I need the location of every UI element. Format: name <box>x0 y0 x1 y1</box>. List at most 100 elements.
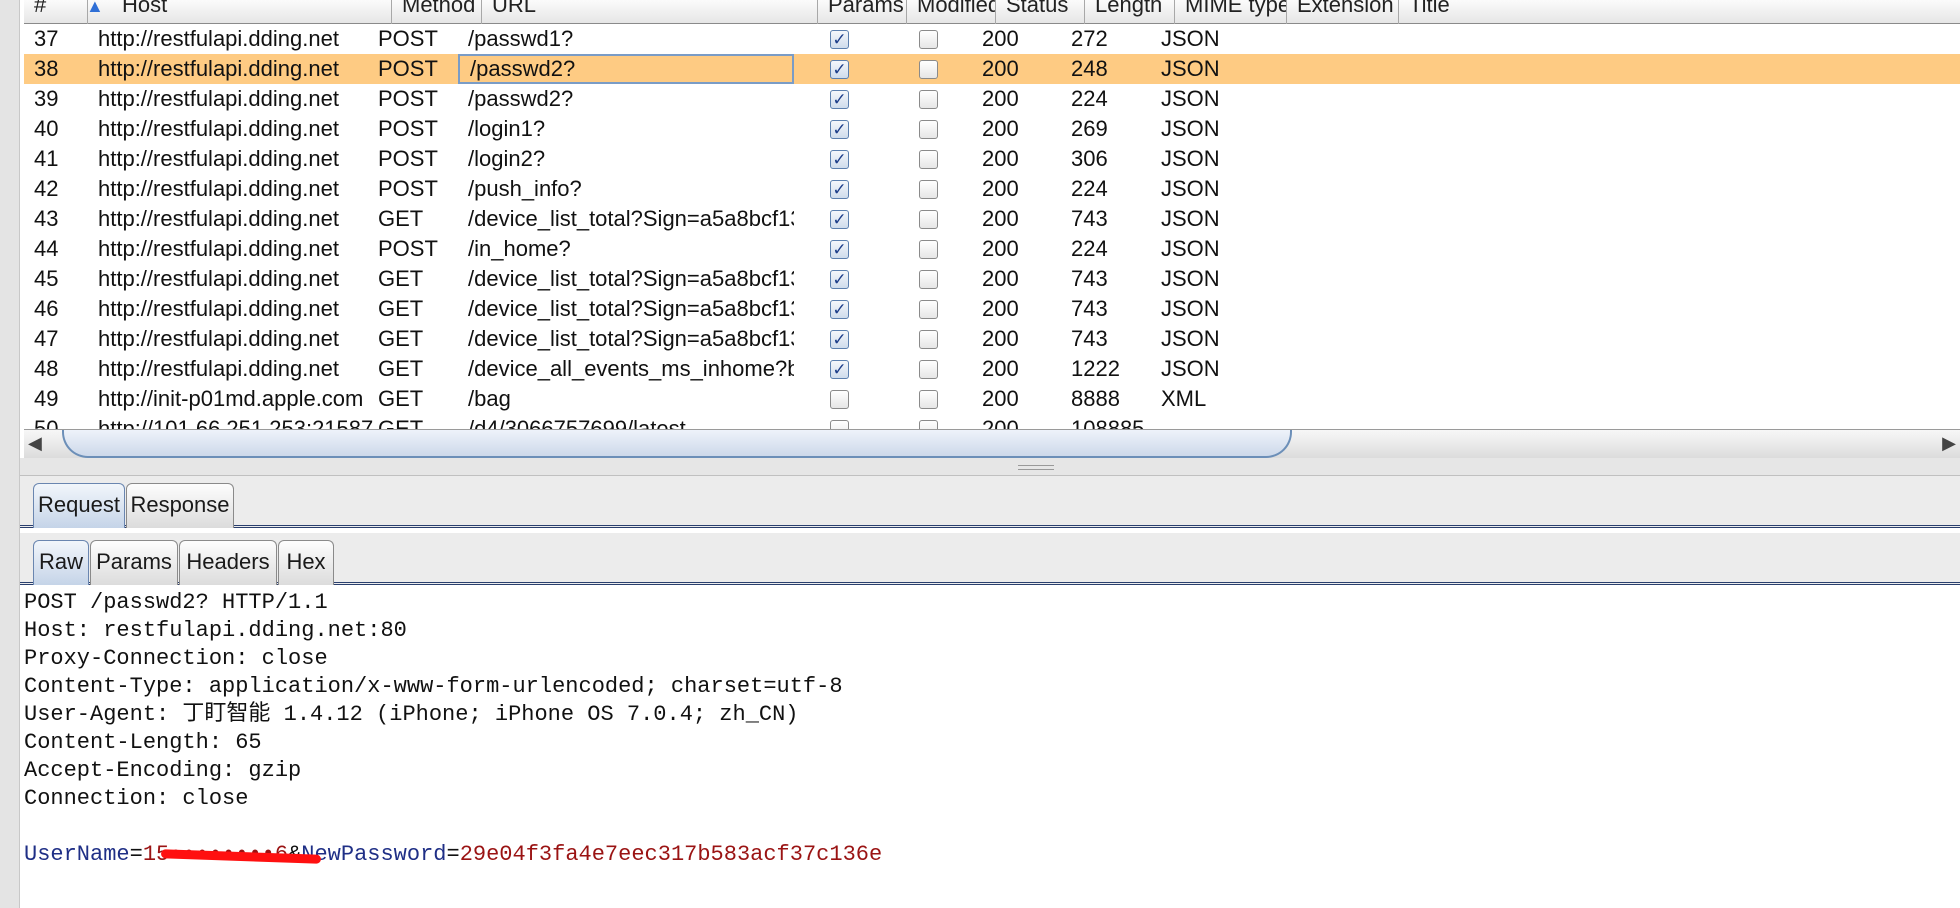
tab-params[interactable]: Params <box>90 540 178 585</box>
cell-method: POST <box>378 236 438 261</box>
params-checkbox-checked-icon[interactable]: ✓ <box>830 300 849 319</box>
sort-ascending-icon[interactable]: ▲ <box>86 0 104 16</box>
header-content-length: Content-Length: 65 <box>24 730 262 755</box>
cell-method: GET <box>378 266 424 291</box>
table-row[interactable]: 48 http://restfulapi.dding.net GET/device_… <box>24 354 1960 384</box>
table-row[interactable]: 47 http://restfulapi.dding.net GET/device_… <box>24 324 1960 354</box>
cell-host: http://restfulapi.dding.net <box>98 356 339 381</box>
table-row[interactable]: 37 http://restfulapi.dding.net POST/passwd… <box>24 24 1960 54</box>
cell-length: 248 <box>1071 56 1108 81</box>
col-header-host[interactable]: Host <box>112 0 392 24</box>
params-checkbox-checked-icon[interactable]: ✓ <box>830 120 849 139</box>
col-header-extension[interactable]: Extension <box>1287 0 1399 24</box>
table-row[interactable]: 49 http://init-p01md.apple.com GET/bag 200 8… <box>24 384 1960 414</box>
table-row[interactable]: 46 http://restfulapi.dding.net GET/device_… <box>24 294 1960 324</box>
cell-number: 46 <box>34 296 59 321</box>
cell-status: 200 <box>982 176 1019 201</box>
params-checkbox-checked-icon[interactable]: ✓ <box>830 360 849 379</box>
params-checkbox[interactable] <box>830 390 849 409</box>
table-body: 37 http://restfulapi.dding.net POST/passwd… <box>24 24 1960 429</box>
col-header-url[interactable]: URL <box>482 0 818 24</box>
tab-request[interactable]: Request <box>33 483 125 528</box>
params-checkbox-checked-icon[interactable]: ✓ <box>830 180 849 199</box>
cell-number: 50 <box>34 416 59 429</box>
col-header-params[interactable]: Params <box>818 0 907 24</box>
modified-checkbox[interactable] <box>919 420 938 429</box>
modified-checkbox[interactable] <box>919 150 938 169</box>
tab-raw[interactable]: Raw <box>33 540 89 585</box>
cell-number: 38 <box>34 56 59 81</box>
header-proxy-connection: Proxy-Connection: close <box>24 646 328 671</box>
cell-status: 200 <box>982 386 1019 411</box>
modified-checkbox[interactable] <box>919 330 938 349</box>
cell-status: 200 <box>982 206 1019 231</box>
cell-mime-type: XML <box>1161 386 1207 411</box>
scrollbar-thumb[interactable] <box>62 430 1292 458</box>
cell-url: /passwd1? <box>468 26 574 51</box>
cell-length: 224 <box>1071 86 1108 111</box>
modified-checkbox[interactable] <box>919 90 938 109</box>
table-row[interactable]: 42 http://restfulapi.dding.net POST/push_i… <box>24 174 1960 204</box>
params-checkbox-checked-icon[interactable]: ✓ <box>830 210 849 229</box>
cell-method: POST <box>378 176 438 201</box>
params-checkbox[interactable] <box>830 420 849 429</box>
modified-checkbox[interactable] <box>919 30 938 49</box>
modified-checkbox[interactable] <box>919 390 938 409</box>
tab-hex[interactable]: Hex <box>278 540 334 585</box>
params-checkbox-checked-icon[interactable]: ✓ <box>830 90 849 109</box>
tab-response[interactable]: Response <box>126 483 234 528</box>
request-line: POST /passwd2? HTTP/1.1 <box>24 590 328 615</box>
modified-checkbox[interactable] <box>919 120 938 139</box>
table-row[interactable]: 44 http://restfulapi.dding.net POST/in_hom… <box>24 234 1960 264</box>
modified-checkbox[interactable] <box>919 240 938 259</box>
cell-mime-type: JSON <box>1161 26 1220 51</box>
cell-mime-type: JSON <box>1161 86 1220 111</box>
cell-length: 743 <box>1071 266 1108 291</box>
modified-checkbox[interactable] <box>919 210 938 229</box>
col-header-mime-type[interactable]: MIME type <box>1175 0 1287 24</box>
cell-mime-type: JSON <box>1161 296 1220 321</box>
cell-url: /login2? <box>468 146 546 171</box>
col-header-title[interactable]: Title <box>1399 0 1960 24</box>
scroll-left-arrow-icon[interactable]: ◀ <box>28 433 42 454</box>
scroll-right-arrow-icon[interactable]: ▶ <box>1942 433 1956 454</box>
cell-method: POST <box>378 86 438 111</box>
col-header-number[interactable]: # <box>24 0 88 24</box>
col-header-method[interactable]: Method <box>392 0 482 24</box>
col-header-modified[interactable]: Modified <box>907 0 996 24</box>
table-row[interactable]: 45 http://restfulapi.dding.net GET/device_… <box>24 264 1960 294</box>
table-row[interactable]: 43 http://restfulapi.dding.net GET/device_… <box>24 204 1960 234</box>
col-header-status[interactable]: Status <box>996 0 1085 24</box>
params-checkbox-checked-icon[interactable]: ✓ <box>830 30 849 49</box>
pane-splitter[interactable] <box>20 458 1960 476</box>
table-row[interactable]: 38 http://restfulapi.dding.net POST/passwd… <box>24 54 1960 84</box>
modified-checkbox[interactable] <box>919 300 938 319</box>
cell-url: /passwd2? <box>468 86 574 111</box>
col-header-length[interactable]: Length <box>1085 0 1175 24</box>
splitter-grip-icon[interactable] <box>1018 465 1054 470</box>
table-row[interactable]: 40 http://restfulapi.dding.net POST/login1… <box>24 114 1960 144</box>
table-row[interactable]: 39 http://restfulapi.dding.net POST/passwd… <box>24 84 1960 114</box>
raw-request-editor[interactable]: POST /passwd2? HTTP/1.1 Host: restfulapi… <box>20 588 1960 908</box>
cell-number: 44 <box>34 236 59 261</box>
cell-status: 200 <box>982 56 1019 81</box>
cell-status: 200 <box>982 416 1019 429</box>
table-row[interactable]: 41 http://restfulapi.dding.net POST/login2… <box>24 144 1960 174</box>
params-checkbox-checked-icon[interactable]: ✓ <box>830 240 849 259</box>
cell-status: 200 <box>982 86 1019 111</box>
cell-mime-type: JSON <box>1161 356 1220 381</box>
cell-status: 200 <box>982 26 1019 51</box>
params-checkbox-checked-icon[interactable]: ✓ <box>830 330 849 349</box>
modified-checkbox[interactable] <box>919 360 938 379</box>
equals-sign: = <box>446 842 460 867</box>
params-checkbox-checked-icon[interactable]: ✓ <box>830 60 849 79</box>
params-checkbox-checked-icon[interactable]: ✓ <box>830 150 849 169</box>
modified-checkbox[interactable] <box>919 270 938 289</box>
tab-headers[interactable]: Headers <box>179 540 277 585</box>
modified-checkbox[interactable] <box>919 180 938 199</box>
cell-status: 200 <box>982 236 1019 261</box>
horizontal-scrollbar[interactable]: ◀ ▶ <box>24 429 1960 458</box>
table-row[interactable]: 50 http://101.66.251.253:21587 GET/d4/3066… <box>24 414 1960 429</box>
params-checkbox-checked-icon[interactable]: ✓ <box>830 270 849 289</box>
modified-checkbox[interactable] <box>919 60 938 79</box>
